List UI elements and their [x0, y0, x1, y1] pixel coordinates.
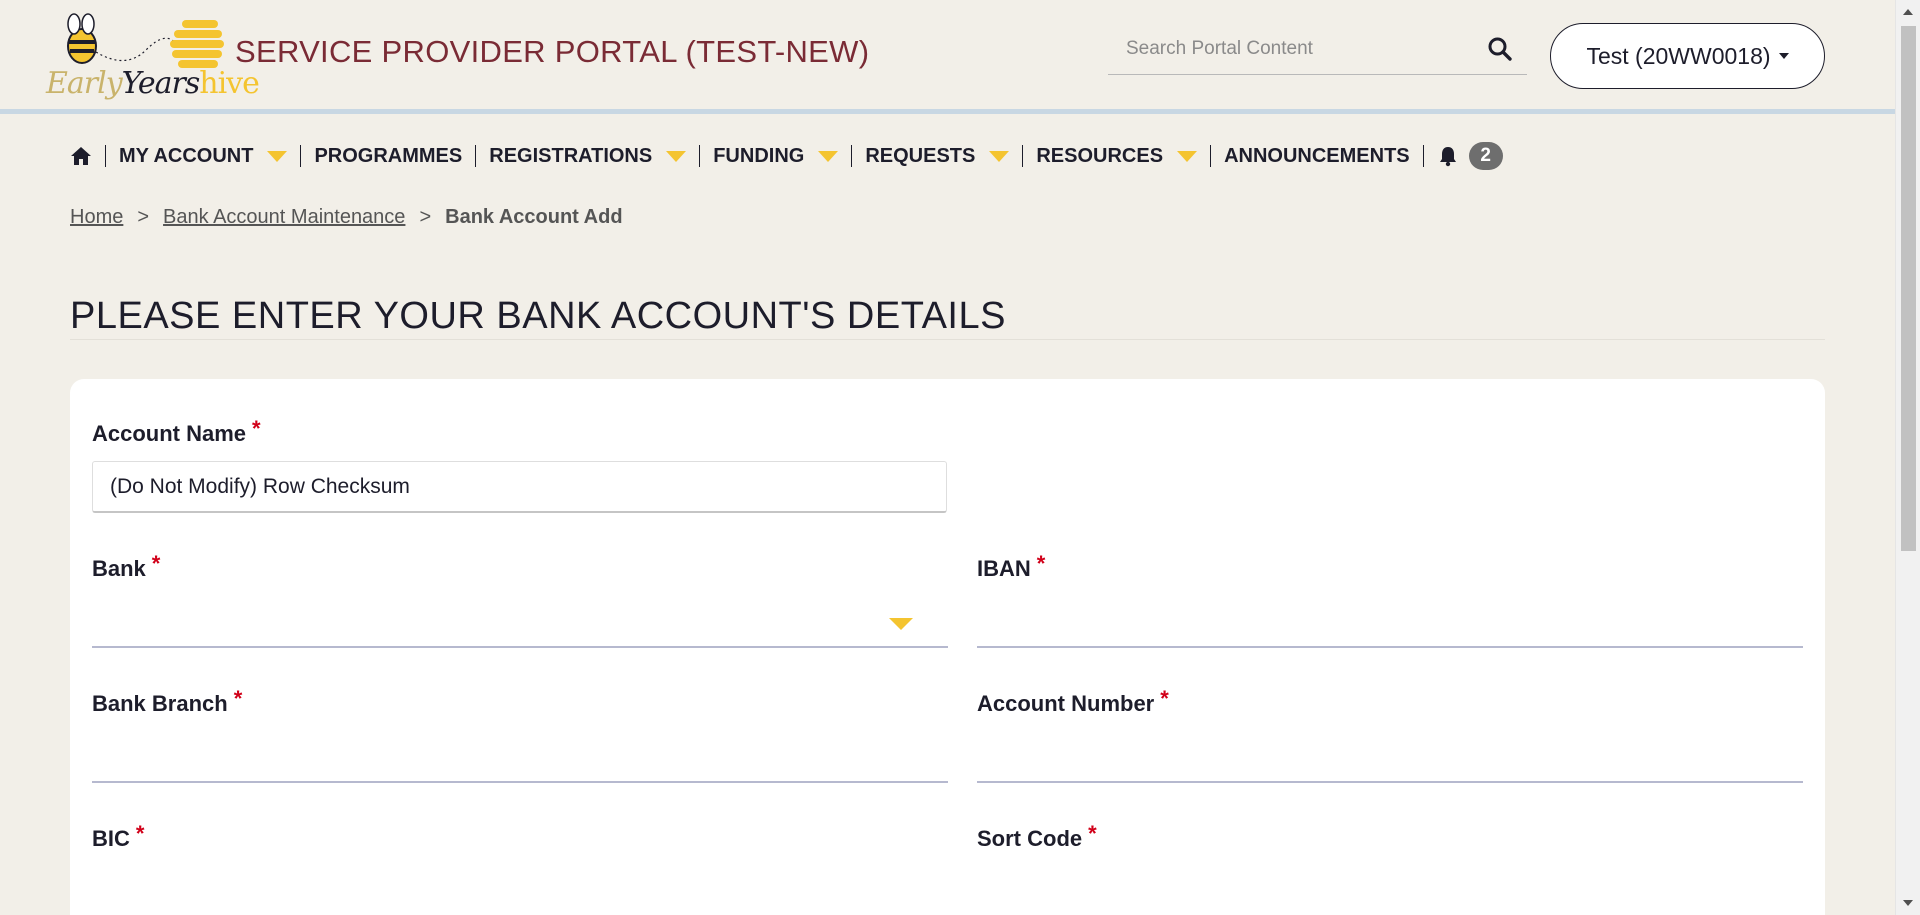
nav-separator [699, 145, 701, 167]
scroll-up-arrow-icon[interactable] [1903, 9, 1913, 15]
nav-separator [1022, 145, 1024, 167]
search-icon[interactable] [1487, 36, 1513, 62]
nav-separator [851, 145, 853, 167]
account-name-label: Account Name * [92, 416, 261, 446]
title-divider [70, 339, 1825, 340]
account-name-input[interactable] [92, 461, 947, 513]
scrollbar-thumb[interactable] [1901, 26, 1916, 551]
required-marker: * [151, 551, 161, 576]
required-marker: * [233, 686, 243, 711]
breadcrumb-current: Bank Account Add [445, 206, 623, 228]
bank-select[interactable] [92, 593, 948, 648]
chevron-down-icon [889, 618, 913, 630]
breadcrumb-home-link[interactable]: Home [70, 206, 123, 229]
portal-title: SERVICE PROVIDER PORTAL (TEST-NEW) [235, 34, 870, 69]
logo-wordmark: EarlyYearshive [46, 66, 260, 101]
nav-separator [300, 145, 302, 167]
required-marker: * [252, 416, 261, 441]
bank-branch-label: Bank Branch * [92, 686, 243, 716]
site-header: EarlyYearshive SERVICE PROVIDER PORTAL (… [0, 0, 1895, 114]
nav-item-funding[interactable]: FUNDING [713, 145, 839, 168]
page-scrollbar[interactable] [1895, 0, 1920, 915]
page-title: PLEASE ENTER YOUR BANK ACCOUNT'S DETAILS [70, 295, 1006, 337]
bank-account-form: Account Name* Bank* IBAN* Bank Branch* A… [70, 379, 1825, 915]
notification-count-badge[interactable]: 2 [1468, 142, 1503, 170]
dropdown-arrow-icon [666, 150, 687, 162]
dropdown-arrow-icon [267, 150, 288, 162]
nav-item-resources[interactable]: RESOURCES [1036, 145, 1198, 168]
breadcrumb-separator: > [419, 206, 432, 228]
account-number-label: Account Number * [977, 686, 1169, 716]
user-menu-button[interactable]: Test (20WW0018) [1550, 23, 1825, 89]
required-marker: * [1088, 821, 1097, 846]
nav-separator [1422, 145, 1424, 167]
search-input[interactable] [1126, 36, 1476, 62]
sort-code-input[interactable] [977, 863, 1803, 915]
required-marker: * [1160, 686, 1169, 711]
nav-item-requests[interactable]: REQUESTS [865, 145, 1010, 168]
main-nav: MY ACCOUNT PROGRAMMES REGISTRATIONS FUND… [70, 140, 1503, 172]
nav-separator [105, 145, 106, 167]
scroll-down-arrow-icon[interactable] [1903, 900, 1913, 906]
iban-label: IBAN * [977, 551, 1046, 581]
iban-input[interactable] [977, 593, 1803, 648]
nav-item-programmes[interactable]: PROGRAMMES [314, 145, 462, 168]
bee-icon [67, 13, 224, 68]
nav-separator [475, 145, 477, 167]
bic-input[interactable] [92, 863, 948, 915]
home-icon[interactable] [70, 145, 92, 167]
sort-code-label: Sort Code * [977, 821, 1097, 851]
breadcrumb-bank-account-maintenance-link[interactable]: Bank Account Maintenance [163, 206, 405, 229]
nav-item-my-account[interactable]: MY ACCOUNT [119, 145, 288, 168]
required-marker: * [1036, 551, 1046, 576]
dropdown-arrow-icon [1177, 150, 1198, 162]
bank-label: Bank * [92, 551, 161, 581]
dropdown-arrow-icon [818, 150, 839, 162]
bic-label: BIC * [92, 821, 145, 851]
early-years-hive-logo[interactable]: EarlyYearshive [46, 10, 260, 102]
chevron-down-icon [1778, 53, 1789, 59]
account-number-input[interactable] [977, 728, 1803, 783]
dropdown-arrow-icon [989, 150, 1010, 162]
nav-item-registrations[interactable]: REGISTRATIONS [489, 145, 687, 168]
required-marker: * [135, 821, 145, 846]
search-box [1108, 26, 1527, 75]
bell-icon[interactable] [1437, 145, 1459, 167]
user-menu-label: Test (20WW0018) [1586, 42, 1771, 69]
nav-separator [1210, 145, 1212, 167]
nav-item-announcements[interactable]: ANNOUNCEMENTS [1224, 145, 1410, 168]
breadcrumb-separator: > [137, 206, 150, 228]
bank-branch-input[interactable] [92, 728, 948, 783]
breadcrumb: Home > Bank Account Maintenance > Bank A… [70, 206, 623, 229]
hive-icon [170, 20, 224, 68]
